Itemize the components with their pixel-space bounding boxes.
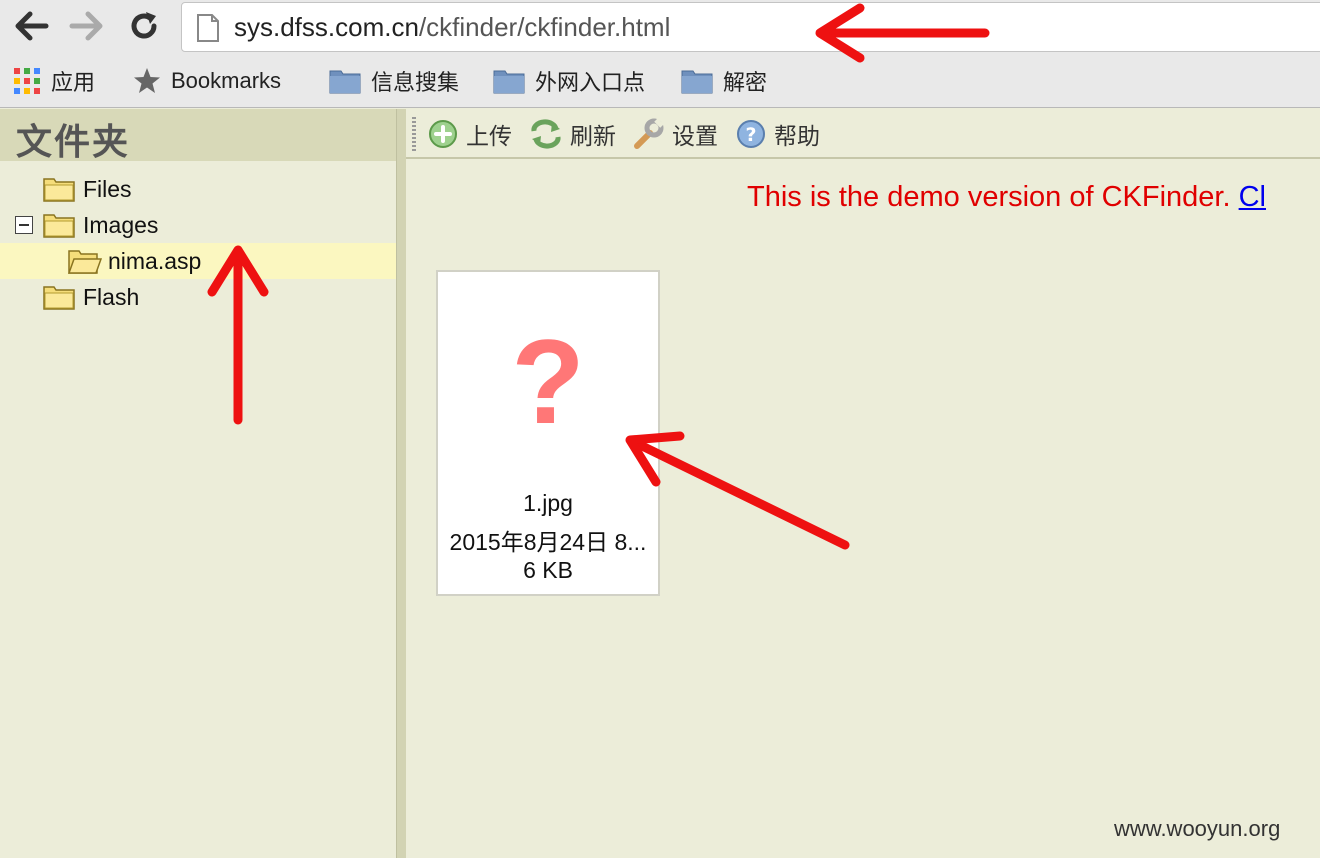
toolbar-grip <box>412 117 416 151</box>
files-panel: 上传 刷新 设置 ? 帮助 This is the demo version o… <box>406 109 1320 858</box>
tree-item-label: Flash <box>83 283 140 310</box>
folder-icon <box>493 70 525 94</box>
upload-icon <box>429 120 457 148</box>
settings-label: 设置 <box>672 123 718 149</box>
star-icon <box>134 68 160 93</box>
upload-button[interactable]: 上传 <box>428 117 512 151</box>
browser-chrome: sys.dfss.com.cn/ckfinder/ckfinder.html 应… <box>0 0 1320 108</box>
refresh-button[interactable]: 刷新 <box>530 117 616 151</box>
bookmark-bookmarks[interactable]: Bookmarks <box>133 64 281 98</box>
settings-button[interactable]: 设置 <box>632 117 718 151</box>
tree-item-files[interactable]: Files <box>43 171 132 207</box>
address-bar[interactable]: sys.dfss.com.cn/ckfinder/ckfinder.html <box>181 2 1320 52</box>
apps-grid-icon <box>14 68 40 94</box>
bookmark-bookmarks-label: Bookmarks <box>171 68 282 93</box>
bookmark-folder-3[interactable]: 解密 <box>681 64 767 98</box>
tree-item-flash[interactable]: Flash <box>43 279 139 315</box>
folder-icon <box>43 178 75 202</box>
help-label: 帮助 <box>774 123 820 149</box>
demo-notice: This is the demo version of CKFinder. Cl <box>747 181 1266 214</box>
folder-icon <box>329 70 361 94</box>
file-name: 1.jpg <box>523 490 573 516</box>
folders-header: 文件夹 <box>0 109 396 163</box>
refresh-icon <box>531 119 561 149</box>
bookmark-apps-label: 应用 <box>51 70 96 95</box>
svg-text:?: ? <box>745 124 756 146</box>
file-size: 6 KB <box>523 557 573 583</box>
reload-icon[interactable] <box>124 6 164 46</box>
folder-icon <box>43 286 75 310</box>
url-domain: sys.dfss.com.cn <box>234 12 419 42</box>
help-button[interactable]: ? 帮助 <box>736 117 820 151</box>
bookmark-folder-label: 信息搜集 <box>371 70 460 95</box>
bookmark-folder-label: 外网入口点 <box>535 70 646 95</box>
tree-item-label: Images <box>83 211 159 238</box>
help-icon: ? <box>737 120 765 148</box>
collapse-toggle-icon[interactable] <box>15 216 33 234</box>
tree-item-images[interactable]: Images <box>43 207 158 243</box>
upload-label: 上传 <box>466 123 512 149</box>
open-folder-icon <box>68 250 102 274</box>
bookmark-apps[interactable]: 应用 <box>13 64 95 98</box>
bookmark-folder-1[interactable]: 信息搜集 <box>329 64 459 98</box>
bookmarks-bar: 应用 Bookmarks 信息搜集 外网入口点 解密 <box>0 58 1320 104</box>
bookmark-folder-2[interactable]: 外网入口点 <box>493 64 645 98</box>
demo-notice-link[interactable]: Cl <box>1239 181 1266 213</box>
url-path: /ckfinder/ckfinder.html <box>418 12 671 42</box>
url-text[interactable]: sys.dfss.com.cn/ckfinder/ckfinder.html <box>234 12 670 43</box>
panel-splitter[interactable] <box>396 109 406 858</box>
tree-item-label: nima.asp <box>108 247 202 274</box>
page-icon <box>196 13 220 48</box>
folders-panel: 文件夹 Files Images nima.asp Flash <box>0 109 396 858</box>
toolbar: 上传 刷新 设置 ? 帮助 <box>406 109 1320 159</box>
forward-arrow-icon[interactable] <box>66 6 106 46</box>
tree-item-label: Files <box>83 175 132 202</box>
folder-icon <box>681 70 713 94</box>
missing-thumbnail-icon: ? <box>511 315 585 449</box>
refresh-label: 刷新 <box>570 123 616 149</box>
folders-title: 文件夹 <box>16 122 131 163</box>
back-arrow-icon[interactable] <box>12 6 52 46</box>
bookmark-folder-label: 解密 <box>723 70 768 95</box>
wrench-icon <box>634 118 664 149</box>
demo-notice-text: This is the demo version of CKFinder. <box>747 181 1239 213</box>
file-date: 2015年8月24日 8... <box>449 529 647 555</box>
watermark: www.wooyun.org <box>1114 816 1281 841</box>
file-thumbnail-card[interactable]: ? 1.jpg 2015年8月24日 8... 6 KB <box>436 270 660 596</box>
folder-icon <box>43 214 75 238</box>
tree-item-nima-asp[interactable]: nima.asp <box>68 243 201 279</box>
